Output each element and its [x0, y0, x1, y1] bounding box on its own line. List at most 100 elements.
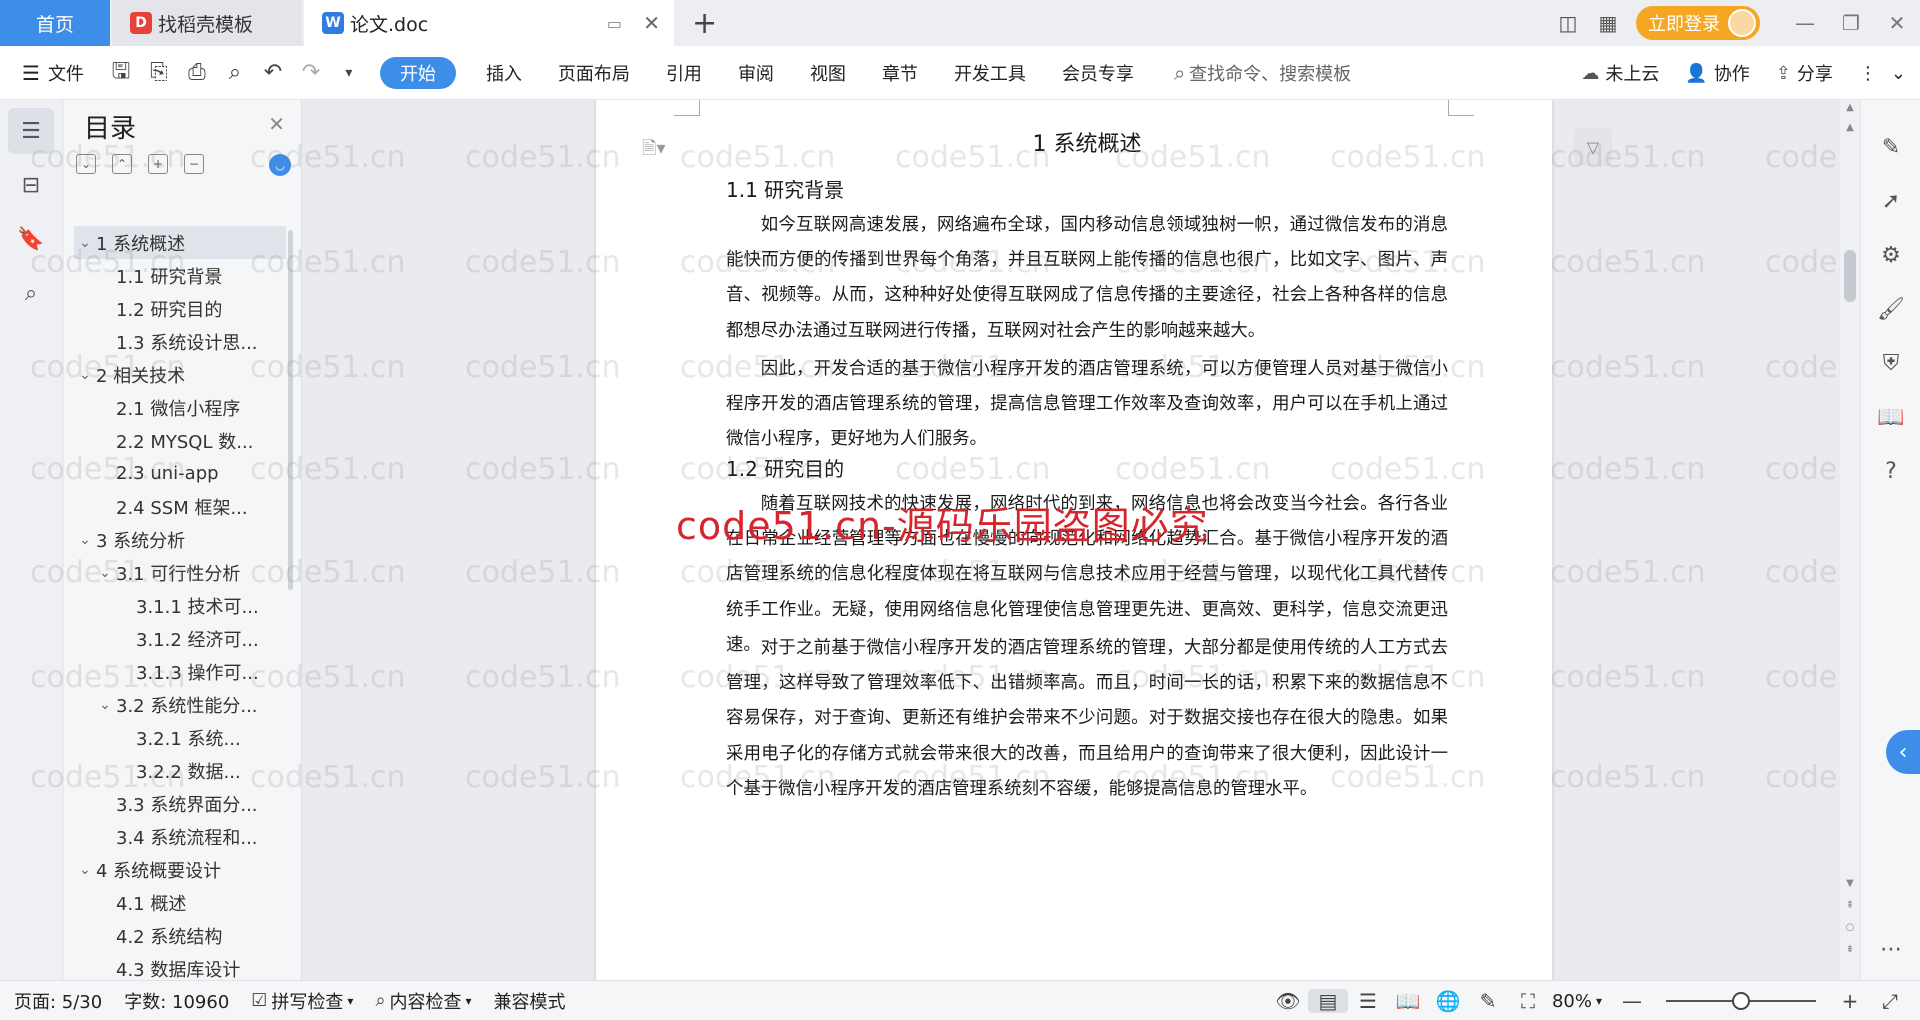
export-pdf-icon[interactable]: ⎘	[140, 60, 178, 85]
scroll-up-icon[interactable]: ▲	[1840, 102, 1860, 113]
collaborate-button[interactable]: 👤 协作	[1685, 60, 1749, 86]
find-icon[interactable]: ⌕	[8, 270, 54, 316]
toc-item[interactable]: ⌄ 3.1 可行性分析	[74, 556, 286, 589]
tab-home[interactable]: 首页	[0, 0, 110, 46]
next-page-icon[interactable]: ⇟	[1840, 944, 1860, 955]
zoom-in-icon[interactable]: +	[1830, 989, 1870, 1013]
outline-view-icon[interactable]: ☰	[1348, 989, 1388, 1013]
menu-developer[interactable]: 开发工具	[936, 60, 1044, 86]
content-check-button[interactable]: ⌕ 内容检查 ▾	[375, 988, 471, 1014]
vertical-scrollbar[interactable]: ▲ ▲ ▼ ⇞ ○ ⇟	[1840, 100, 1860, 980]
redo-icon[interactable]: ↷	[292, 60, 330, 85]
toc-item[interactable]: 3.2.1 系统...	[74, 721, 286, 754]
toc-item[interactable]: 3.4 系统流程和...	[74, 820, 286, 853]
chevron-down-icon[interactable]: ⌄	[74, 532, 96, 548]
ai-assistant-icon[interactable]: ◡	[269, 154, 291, 176]
paragraph-menu-icon[interactable]: 🗎▾	[642, 136, 666, 166]
chevron-down-icon[interactable]: ⌄	[74, 367, 96, 383]
edit-pen-icon[interactable]: ✎	[1861, 120, 1920, 174]
monitor-icon[interactable]: ▭	[607, 14, 622, 33]
toc-item[interactable]: 1.3 系统设计思...	[74, 325, 286, 358]
toc-item[interactable]: 3.3 系统界面分...	[74, 787, 286, 820]
page-count[interactable]: 页面: 5/30	[14, 988, 102, 1014]
menu-member[interactable]: 会员专享	[1044, 60, 1152, 86]
new-tab-button[interactable]: +	[692, 6, 717, 41]
scroll-down-icon[interactable]: ▼	[1840, 878, 1860, 889]
bookmark-icon[interactable]: 🔖	[8, 216, 54, 262]
toc-item[interactable]: 2.3 uni-app	[74, 457, 286, 490]
menu-chapter[interactable]: 章节	[864, 60, 936, 86]
command-search[interactable]: ⌕ 查找命令、搜索模板	[1174, 60, 1351, 86]
zoom-slider-knob[interactable]	[1732, 992, 1750, 1010]
undo-icon[interactable]: ↶	[254, 60, 292, 85]
toc-item[interactable]: 3.2.2 数据...	[74, 754, 286, 787]
zoom-slider[interactable]	[1666, 992, 1816, 1010]
login-button[interactable]: 立即登录	[1636, 6, 1760, 40]
file-menu[interactable]: ☰ 文件	[0, 60, 102, 86]
split-view-icon[interactable]: ◫	[1548, 11, 1588, 35]
more-tools-icon[interactable]: ⋯	[1861, 922, 1920, 976]
cloud-status[interactable]: ☁ 未上云	[1581, 60, 1659, 86]
more-icon[interactable]: ⋮	[1859, 63, 1877, 84]
spellcheck-button[interactable]: ☑ 拼写检查 ▾	[251, 988, 353, 1014]
tab-template[interactable]: D 找稻壳模板	[112, 0, 302, 46]
smart-shield-icon[interactable]: ⛨	[1861, 336, 1920, 390]
expand-all-icon[interactable]: ⌄	[76, 154, 96, 174]
zoom-out-icon[interactable]: —	[1612, 989, 1652, 1013]
close-window-icon[interactable]: ✕	[1874, 11, 1920, 35]
toc-item[interactable]: 2.1 微信小程序	[74, 391, 286, 424]
close-icon[interactable]: ✕	[268, 112, 285, 136]
read-view-icon[interactable]: 📖	[1388, 989, 1428, 1013]
help-icon[interactable]: ?	[1861, 444, 1920, 498]
select-browse-icon[interactable]: ○	[1840, 922, 1860, 933]
chevron-down-icon[interactable]: ▾	[1596, 994, 1602, 1008]
menu-review[interactable]: 审阅	[720, 60, 792, 86]
collapse-panel-icon[interactable]: ‹	[1886, 730, 1920, 774]
toc-item[interactable]: 3.1.1 技术可...	[74, 589, 286, 622]
scroll-up-icon[interactable]: ▲	[1840, 122, 1860, 133]
close-tab-icon[interactable]: ✕	[643, 11, 660, 35]
adjust-settings-icon[interactable]: ⚙	[1861, 228, 1920, 282]
fold-panel-icon[interactable]: ▽	[1574, 128, 1612, 166]
prev-page-icon[interactable]: ⇞	[1840, 900, 1860, 911]
chevron-down-icon[interactable]: ⌄	[74, 235, 96, 251]
share-button[interactable]: ⇪ 分享	[1776, 60, 1833, 86]
toc-panel-icon[interactable]: ☰	[8, 108, 54, 154]
page-view-icon[interactable]: ▤	[1307, 989, 1348, 1013]
chevron-down-icon[interactable]: ⌄	[74, 862, 96, 878]
toc-item[interactable]: 1.2 研究目的	[74, 292, 286, 325]
menu-page-layout[interactable]: 页面布局	[540, 60, 648, 86]
web-view-icon[interactable]: 🌐	[1428, 989, 1468, 1013]
scroll-thumb[interactable]	[1844, 250, 1856, 302]
collapse-ribbon-icon[interactable]: ⌄	[1891, 63, 1906, 84]
toc-item[interactable]: ⌄ 4 系统概要设计	[74, 853, 286, 886]
menu-references[interactable]: 引用	[648, 60, 720, 86]
toc-item[interactable]: ⌄ 3.2 系统性能分...	[74, 688, 286, 721]
toc-scrollbar[interactable]	[288, 230, 293, 590]
restore-icon[interactable]: ❐	[1828, 11, 1874, 35]
select-cursor-icon[interactable]: ➚	[1861, 174, 1920, 228]
remove-heading-icon[interactable]: −	[184, 154, 204, 174]
print-icon[interactable]: ⎙	[178, 60, 216, 85]
collapse-all-icon[interactable]: ⌃	[112, 154, 132, 174]
menu-start[interactable]: 开始	[379, 56, 456, 89]
menu-view[interactable]: 视图	[792, 60, 864, 86]
menu-insert[interactable]: 插入	[468, 60, 540, 86]
word-count[interactable]: 字数: 10960	[124, 988, 229, 1014]
quick-access-dropdown-icon[interactable]: ▾	[330, 65, 368, 81]
toc-item[interactable]: 2.2 MYSQL 数...	[74, 424, 286, 457]
toc-item[interactable]: ⌄ 1 系统概述	[74, 226, 286, 259]
grid-apps-icon[interactable]: ▦	[1588, 11, 1628, 35]
fullscreen-icon[interactable]: ⤢	[1870, 989, 1910, 1013]
eye-protect-icon[interactable]: 👁	[1268, 989, 1308, 1013]
save-icon[interactable]: 🖫	[102, 54, 140, 92]
chapter-nav-icon[interactable]: ⊟	[8, 162, 54, 208]
print-preview-icon[interactable]: ⌕	[216, 60, 254, 85]
chevron-down-icon[interactable]: ⌄	[94, 697, 116, 713]
write-mode-icon[interactable]: ✎	[1468, 989, 1508, 1013]
read-mode-icon[interactable]: 📖	[1861, 390, 1920, 444]
style-brush-icon[interactable]: 🖌	[1861, 282, 1920, 336]
minimize-icon[interactable]: —	[1782, 11, 1828, 35]
zoom-level[interactable]: 80%	[1552, 991, 1592, 1012]
fit-page-icon[interactable]: ⛶	[1508, 989, 1548, 1013]
